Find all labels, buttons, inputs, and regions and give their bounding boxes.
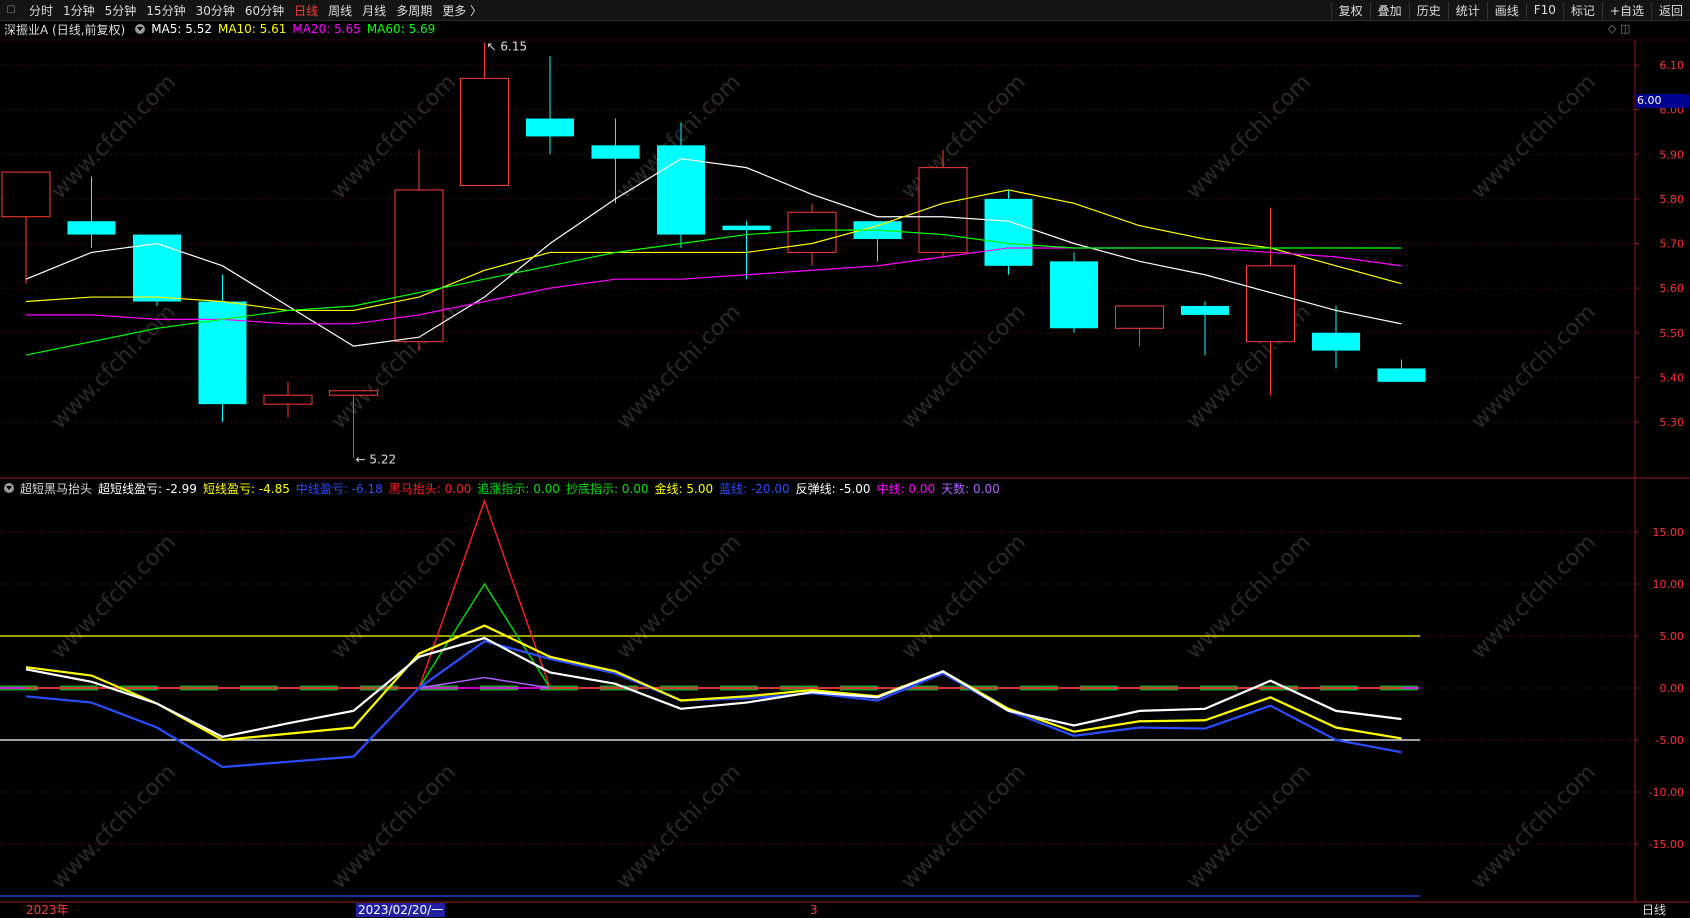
current-price-tag: 6.00 — [1635, 94, 1689, 108]
candle-body-up — [263, 394, 313, 405]
candle-body-up — [460, 77, 509, 186]
candle-body-down — [1377, 368, 1426, 382]
watermark-text: www.cfchi.com — [47, 530, 181, 664]
watermark-text: www.cfchi.com — [1467, 760, 1601, 894]
candle-body-up — [329, 390, 378, 396]
candle-body-up — [1115, 305, 1164, 329]
ma-line-ma10 — [25, 189, 1402, 312]
watermark-text: www.cfchi.com — [47, 300, 181, 434]
watermark-text: www.cfchi.com — [897, 760, 1031, 894]
price-tick-label: 5.40 — [1660, 371, 1685, 384]
low-price-label: ← 5.22 — [356, 453, 397, 467]
watermark-text: www.cfchi.com — [612, 530, 746, 664]
watermark-text: www.cfchi.com — [47, 70, 181, 204]
candle-body-down — [1050, 261, 1098, 329]
candle-body-up — [918, 167, 968, 253]
candle-body-up — [1246, 265, 1295, 343]
candle-body-up — [1, 171, 51, 218]
price-tick-label: 5.50 — [1660, 327, 1685, 340]
indicator-tick-label: 10.00 — [1653, 578, 1685, 591]
watermark-text: www.cfchi.com — [1467, 530, 1601, 664]
watermark-text: www.cfchi.com — [327, 760, 461, 894]
candle-body-down — [1181, 305, 1229, 315]
watermark-text: www.cfchi.com — [1467, 70, 1601, 204]
candle-body-down — [526, 118, 574, 137]
watermark-text: www.cfchi.com — [612, 760, 746, 894]
watermark-text: www.cfchi.com — [47, 760, 181, 894]
candle-body-down — [133, 234, 181, 302]
watermark-text: www.cfchi.com — [327, 70, 461, 204]
indicator-tick-label: 15.00 — [1653, 526, 1685, 539]
watermark-text: www.cfchi.com — [1182, 70, 1316, 204]
price-tick-label: 5.80 — [1660, 193, 1685, 206]
indicator-tick-label: 5.00 — [1660, 630, 1685, 643]
high-price-label: ↖ 6.15 — [487, 40, 528, 54]
indicator-tick-label: -15.00 — [1649, 838, 1684, 851]
month-marker: 3 — [810, 903, 818, 917]
candle-body-down — [1312, 332, 1360, 351]
kline-chart[interactable]: www.cfchi.com www.cfchi.com www.cfchi.com w… — [0, 0, 1690, 918]
indicator-tick-label: 0.00 — [1660, 682, 1685, 695]
watermark-text: www.cfchi.com — [1182, 760, 1316, 894]
candle-body-down — [984, 198, 1033, 266]
indicator-tick-label: -10.00 — [1649, 786, 1684, 799]
candle-body-up — [394, 189, 444, 343]
candle-body-down — [722, 225, 771, 231]
watermark-text: www.cfchi.com — [612, 300, 746, 434]
candle-body-down — [67, 221, 116, 235]
price-tick-label: 5.90 — [1660, 148, 1685, 161]
period-label[interactable]: 日线 — [1640, 903, 1668, 917]
watermark-text: www.cfchi.com — [1182, 530, 1316, 664]
price-tick-label: 5.70 — [1660, 238, 1685, 251]
candle-body-down — [591, 145, 640, 159]
candle-body-up — [787, 211, 837, 253]
cursor-date-label: 2023/02/20/一 — [356, 903, 446, 917]
price-tick-label: 6.10 — [1660, 59, 1685, 72]
price-tick-label: 5.30 — [1660, 416, 1685, 429]
watermark-text: www.cfchi.com — [897, 530, 1031, 664]
indicator-tick-label: -5.00 — [1656, 734, 1684, 747]
watermark-text: www.cfchi.com — [1467, 300, 1601, 434]
price-tick-label: 5.60 — [1660, 282, 1685, 295]
year-label: 2023年 — [26, 903, 69, 917]
watermark-text: www.cfchi.com — [897, 300, 1031, 434]
indicator-line-5 — [26, 676, 1402, 689]
